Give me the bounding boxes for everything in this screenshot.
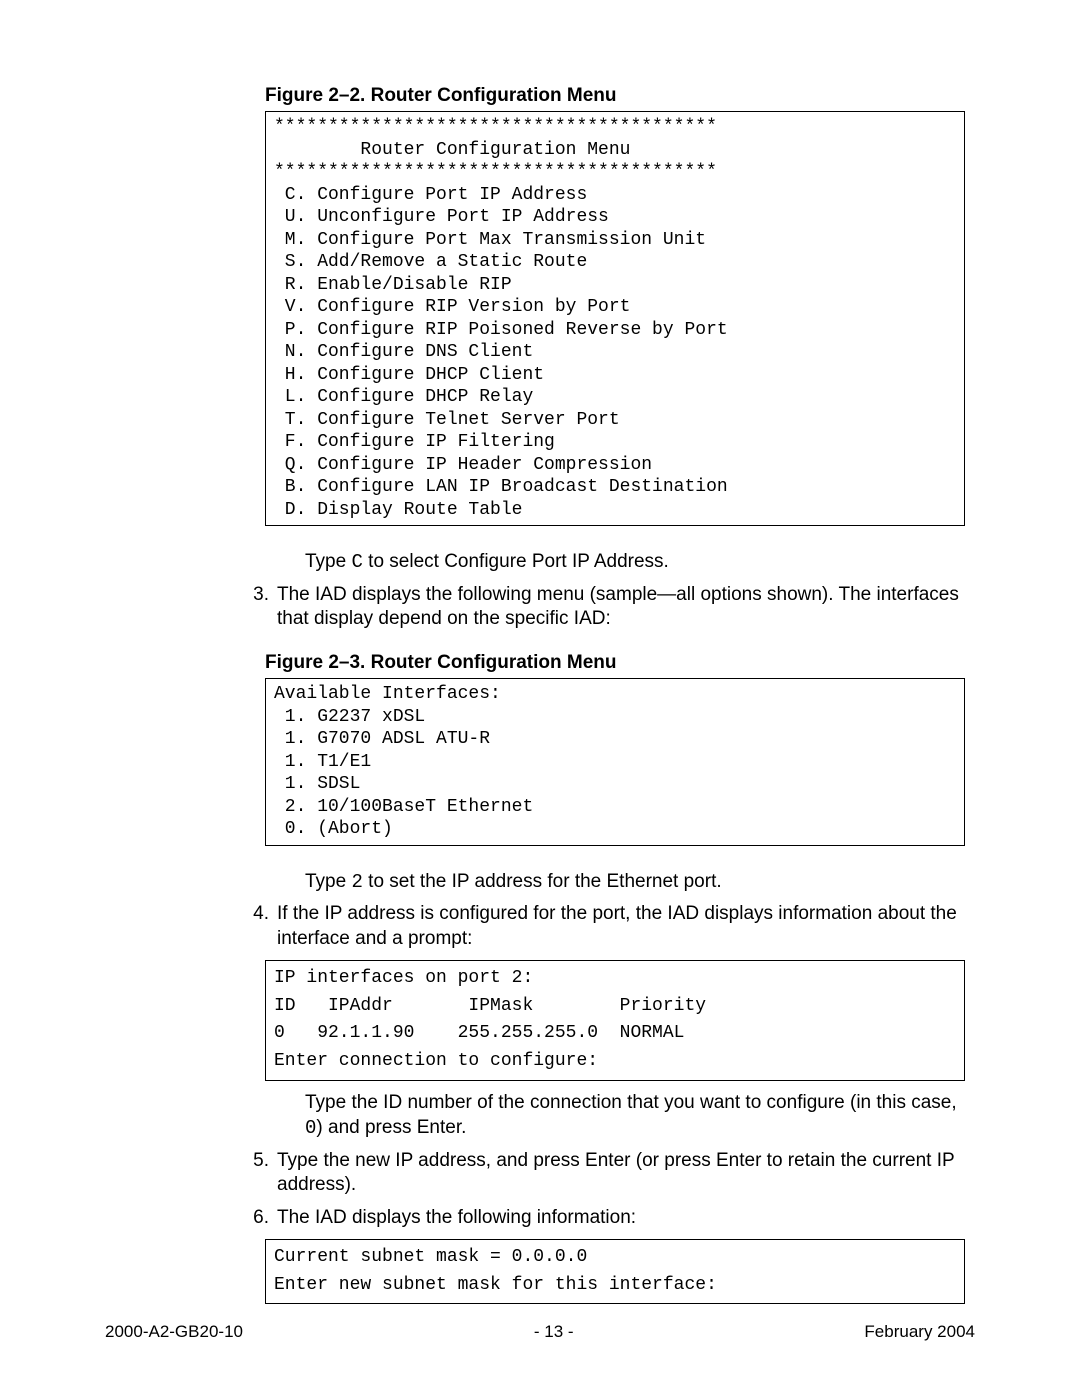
- step-number: 5.: [241, 1149, 269, 1174]
- footer-page-number: - 13 -: [534, 1322, 574, 1342]
- step-number: 4.: [241, 902, 269, 927]
- menu-item: 0. (Abort): [274, 819, 393, 839]
- step-text: Type the new IP address, and press Enter…: [277, 1149, 965, 1198]
- menu-item: M. Configure Port Max Transmission Unit: [274, 230, 706, 250]
- code-key: C: [351, 551, 362, 573]
- instruction-type-c: Type C to select Configure Port IP Addre…: [305, 550, 965, 575]
- menu-item: R. Enable/Disable RIP: [274, 275, 512, 295]
- router-config-menu-box: ****************************************…: [265, 111, 965, 526]
- menu-item: 1. SDSL: [274, 774, 360, 794]
- row: Enter connection to configure:: [274, 1051, 598, 1071]
- step-text: The IAD displays the following informati…: [277, 1206, 965, 1231]
- menu-item: 1. T1/E1: [274, 752, 371, 772]
- menu-item: H. Configure DHCP Client: [274, 365, 544, 385]
- step-text: If the IP address is configured for the …: [277, 902, 965, 951]
- instruction-type-id: Type the ID number of the connection tha…: [305, 1091, 965, 1140]
- row: IP interfaces on port 2:: [274, 968, 533, 988]
- figure-2-2-caption: Figure 2–2. Router Configuration Menu: [265, 85, 965, 107]
- available-interfaces-box: Available Interfaces: 1. G2237 xDSL 1. G…: [265, 678, 965, 846]
- menu-title: Router Configuration Menu: [274, 140, 630, 160]
- step-number: 3.: [241, 583, 269, 608]
- menu-item: P. Configure RIP Poisoned Reverse by Por…: [274, 320, 728, 340]
- menu-item: V. Configure RIP Version by Port: [274, 297, 630, 317]
- text: Type: [305, 871, 351, 892]
- text: to set the IP address for the Ethernet p…: [363, 871, 722, 892]
- menu-item: T. Configure Telnet Server Port: [274, 410, 620, 430]
- text: ) and press Enter.: [316, 1117, 466, 1138]
- row: Current subnet mask = 0.0.0.0: [274, 1247, 587, 1267]
- menu-item: U. Unconfigure Port IP Address: [274, 207, 609, 227]
- instruction-type-2: Type 2 to set the IP address for the Eth…: [305, 870, 965, 895]
- menu-hr: ****************************************…: [274, 162, 717, 182]
- text: Type the ID number of the connection tha…: [305, 1092, 957, 1113]
- row: 0 92.1.1.90 255.255.255.0 NORMAL: [274, 1023, 684, 1043]
- menu-item: S. Add/Remove a Static Route: [274, 252, 587, 272]
- row: ID IPAddr IPMask Priority: [274, 996, 706, 1016]
- code-key: 0: [305, 1117, 316, 1139]
- text: to select Configure Port IP Address.: [363, 551, 669, 572]
- menu-item: L. Configure DHCP Relay: [274, 387, 533, 407]
- row: Enter new subnet mask for this interface…: [274, 1275, 717, 1295]
- menu-item: 1. G2237 xDSL: [274, 707, 425, 727]
- menu-item: D. Display Route Table: [274, 500, 522, 520]
- menu-item: 2. 10/100BaseT Ethernet: [274, 797, 533, 817]
- code-key: 2: [351, 871, 362, 893]
- step-text: The IAD displays the following menu (sam…: [277, 583, 965, 632]
- subnet-mask-box: Current subnet mask = 0.0.0.0 Enter new …: [265, 1239, 965, 1305]
- page-footer: 2000-A2-GB20-10 - 13 - February 2004: [105, 1322, 975, 1342]
- menu-header: Available Interfaces:: [274, 684, 501, 704]
- menu-item: Q. Configure IP Header Compression: [274, 455, 652, 475]
- figure-2-3-caption: Figure 2–3. Router Configuration Menu: [265, 652, 965, 674]
- footer-date: February 2004: [864, 1322, 975, 1342]
- menu-item: C. Configure Port IP Address: [274, 185, 587, 205]
- menu-item: F. Configure IP Filtering: [274, 432, 555, 452]
- menu-item: B. Configure LAN IP Broadcast Destinatio…: [274, 477, 728, 497]
- menu-hr: ****************************************…: [274, 117, 717, 137]
- footer-doc-id: 2000-A2-GB20-10: [105, 1322, 243, 1342]
- step-number: 6.: [241, 1206, 269, 1231]
- ip-interfaces-box: IP interfaces on port 2: ID IPAddr IPMas…: [265, 960, 965, 1082]
- menu-item: 1. G7070 ADSL ATU-R: [274, 729, 490, 749]
- text: Type: [305, 551, 351, 572]
- menu-item: N. Configure DNS Client: [274, 342, 533, 362]
